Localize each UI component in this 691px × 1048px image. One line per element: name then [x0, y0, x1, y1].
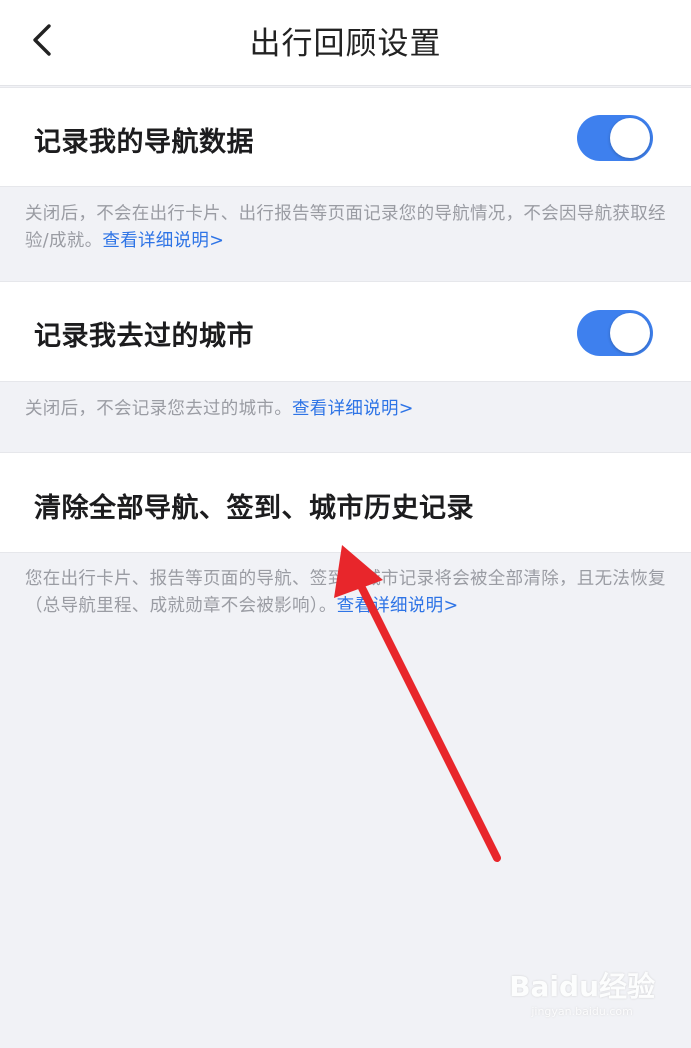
watermark-logo: Baidu经验	[509, 970, 655, 1003]
watermark: Baidu经验 jingyan.baidu.com	[509, 965, 655, 1018]
record-navigation-toggle[interactable]	[577, 115, 653, 161]
record-cities-toggle[interactable]	[577, 310, 653, 356]
toggle-knob	[610, 313, 650, 353]
record-cities-row[interactable]: 记录我去过的城市	[0, 281, 691, 382]
record-navigation-details-link[interactable]: 查看详细说明>	[102, 231, 224, 251]
watermark-url: jingyan.baidu.com	[531, 1005, 633, 1018]
clear-history-details-link[interactable]: 查看详细说明>	[337, 596, 459, 616]
toggle-knob	[610, 118, 650, 158]
record-cities-hint: 关闭后，不会记录您去过的城市。查看详细说明>	[25, 396, 673, 423]
record-cities-details-link[interactable]: 查看详细说明>	[292, 399, 414, 419]
record-cities-hint-text: 关闭后，不会记录您去过的城市。	[25, 399, 292, 419]
navigation-bar: 出行回顾设置	[0, 0, 691, 86]
record-navigation-hint: 关闭后，不会在出行卡片、出行报告等页面记录您的导航情况，不会因导航获取经验/成就…	[25, 201, 673, 255]
record-navigation-label: 记录我的导航数据	[34, 127, 254, 158]
clear-history-label: 清除全部导航、签到、城市历史记录	[34, 493, 474, 524]
clear-history-hint: 您在出行卡片、报告等页面的导航、签到、城市记录将会被全部清除，且无法恢复（总导航…	[25, 566, 673, 620]
record-cities-label: 记录我去过的城市	[34, 321, 254, 352]
record-navigation-row[interactable]: 记录我的导航数据	[0, 87, 691, 187]
page-title: 出行回顾设置	[249, 26, 442, 62]
clear-history-row[interactable]: 清除全部导航、签到、城市历史记录	[0, 452, 691, 553]
arrow-shaft	[358, 584, 501, 862]
